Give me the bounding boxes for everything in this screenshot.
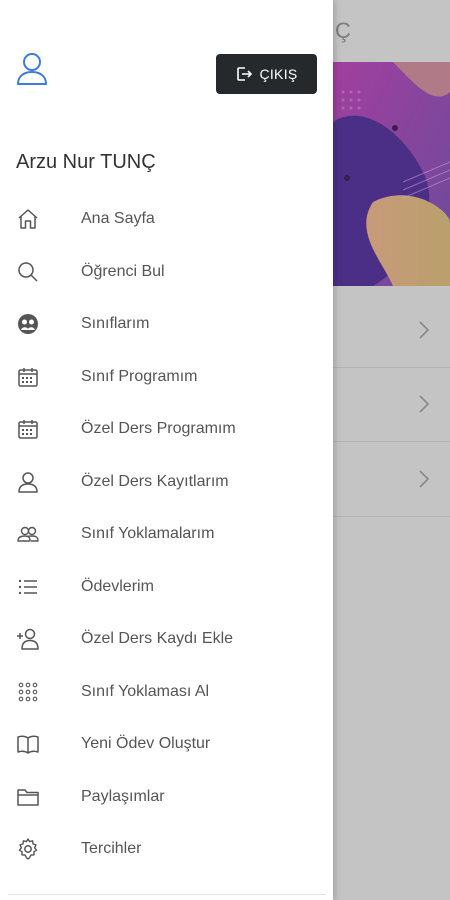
folder-icon [16, 784, 52, 810]
menu-item-sinif-programim[interactable]: Sınıf Programım [0, 351, 333, 404]
chevron-right-icon [419, 321, 430, 339]
menu-item-label: Öğrenci Bul [81, 262, 165, 280]
menu-item-label: Paylaşımlar [81, 787, 165, 805]
menu-item-ozel-ders-kayitlarim[interactable]: Özel Ders Kayıtlarım [0, 456, 333, 509]
menu-item-label: Sınıf Yoklaması Al [81, 682, 210, 700]
home-icon [16, 206, 52, 232]
menu-item-label: Sınıf Programım [81, 367, 198, 385]
menu-item-sinif-yoklamalarim[interactable]: Sınıf Yoklamalarım [0, 508, 333, 561]
menu-item-label: Özel Ders Kaydı Ekle [81, 630, 234, 648]
menu-item-yeni-odev-olustur[interactable]: Yeni Ödev Oluştur [0, 718, 333, 771]
gear-icon [16, 836, 52, 862]
menu-item-label: Sınıf Yoklamalarım [81, 525, 215, 543]
menu-item-paylasimlar[interactable]: Paylaşımlar [0, 771, 333, 824]
menu-item-siniflarim[interactable]: Sınıflarım [0, 298, 333, 351]
background-list-row [333, 294, 450, 368]
menu-item-ana-sayfa[interactable]: Ana Sayfa [0, 193, 333, 246]
menu-item-sinif-yoklamasi-al[interactable]: Sınıf Yoklaması Al [0, 666, 333, 719]
menu-item-ozel-ders-kaydi-ekle[interactable]: Özel Ders Kaydı Ekle [0, 613, 333, 666]
background-banner-image [333, 62, 450, 286]
calendar-icon [16, 416, 52, 442]
menu-item-label: Tercihler [81, 840, 142, 858]
menu-item-tercihler[interactable]: Tercihler [0, 823, 333, 876]
logout-button[interactable]: ÇIKIŞ [216, 54, 317, 94]
calendar-icon [16, 364, 52, 390]
background-list-row [333, 368, 450, 442]
logout-label: ÇIKIŞ [259, 66, 298, 82]
background-list-row [333, 443, 450, 517]
menu-item-ozel-ders-programim[interactable]: Özel Ders Programım [0, 403, 333, 456]
drawer-menu: Ana Sayfa Öğrenci Bul Sınıflarım Sınıf P… [0, 193, 333, 876]
person-add-icon [16, 626, 52, 652]
drawer-divider [8, 894, 326, 895]
group-icon [16, 311, 52, 337]
menu-item-label: Özel Ders Programım [81, 420, 236, 438]
list-icon [16, 574, 52, 600]
menu-item-label: Ana Sayfa [81, 210, 155, 228]
menu-item-label: Yeni Ödev Oluştur [81, 735, 211, 753]
dots-grid-icon [16, 679, 52, 705]
background-header-title: Ç [335, 18, 351, 43]
menu-item-odevlerim[interactable]: Ödevlerim [0, 561, 333, 614]
logout-icon [237, 67, 253, 81]
navigation-drawer: ÇIKIŞ Arzu Nur TUNÇ Ana Sayfa Öğrenci Bu… [0, 0, 333, 900]
people-icon [16, 521, 52, 547]
person-icon [16, 469, 52, 495]
chevron-right-icon [419, 395, 430, 413]
search-icon [16, 259, 52, 285]
menu-item-ogrenci-bul[interactable]: Öğrenci Bul [0, 246, 333, 299]
book-icon [16, 731, 52, 757]
user-name: Arzu Nur TUNÇ [16, 151, 156, 173]
menu-item-label: Ödevlerim [81, 577, 154, 595]
menu-item-label: Özel Ders Kayıtlarım [81, 472, 229, 490]
menu-item-label: Sınıflarım [81, 315, 150, 333]
chevron-right-icon [419, 470, 430, 488]
user-avatar-icon[interactable] [16, 52, 48, 86]
